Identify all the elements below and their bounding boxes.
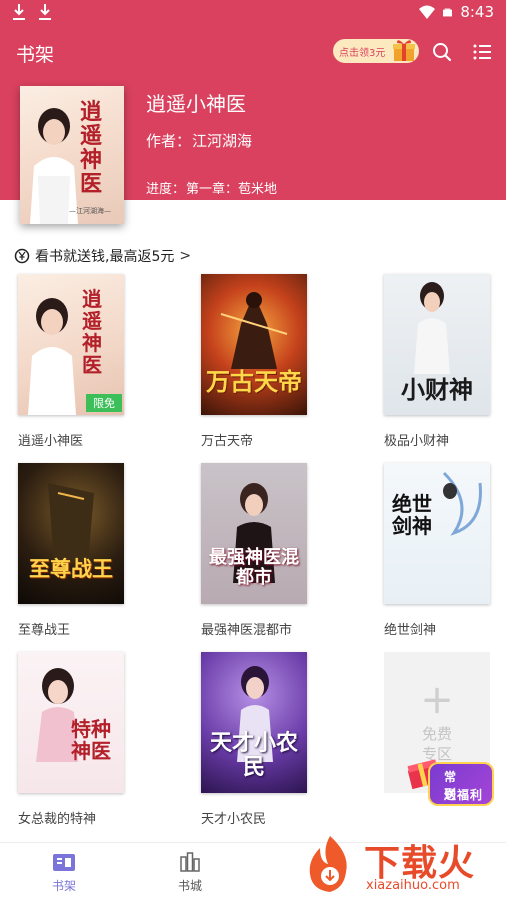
current-book-title[interactable]: 逍遥小神医 <box>146 88 246 117</box>
cover-art-title: 小财神 <box>401 375 473 404</box>
chevron-right-icon: > <box>179 248 192 264</box>
progress-chapter: 第一章：苞米地 <box>186 182 278 197</box>
page-title: 书架 <box>16 44 55 66</box>
nav-bookstore[interactable]: 书城 <box>160 851 220 894</box>
progress-label: 进度： <box>146 182 186 197</box>
plus-icon: + <box>420 677 454 723</box>
book-item[interactable]: 特种神医 女总裁的特神 <box>18 652 124 827</box>
promo-label: 点击领3元 <box>339 48 386 59</box>
book-cover[interactable]: 特种神医 <box>18 652 124 793</box>
battery-icon <box>443 8 453 16</box>
book-item[interactable]: 绝世剑神 绝世剑神 <box>384 463 490 638</box>
book-title: 至尊战王 <box>18 623 71 638</box>
free-zone-label-line1: 免费 <box>421 725 452 743</box>
free-badge: 限免 <box>86 394 122 412</box>
book-cover[interactable]: 天才小农民 <box>201 652 307 793</box>
book-title: 万古天帝 <box>201 434 254 449</box>
watermark-url: xiazaihuo.com <box>366 878 460 893</box>
status-time: 8:43 <box>460 3 494 21</box>
cover-art-title: 最强神医混都市 <box>209 547 299 588</box>
book-cover[interactable]: 小财神 <box>384 274 490 415</box>
book-title: 绝世剑神 <box>384 623 437 638</box>
status-bar: 8:43 <box>0 0 506 26</box>
cover-art-title: 天才小农民 <box>209 730 298 780</box>
author-name: 江河湖海 <box>192 132 253 150</box>
book-title: 逍遥小神医 <box>18 434 84 449</box>
book-title: 极品小财神 <box>384 434 450 449</box>
bookstore-icon <box>180 852 200 872</box>
status-left <box>12 3 52 21</box>
book-item[interactable]: 至尊战王 至尊战王 <box>18 463 124 638</box>
cover-art-title: 逍遥神医 <box>82 287 102 377</box>
download-icon <box>12 3 26 21</box>
bookshelf-icon <box>53 854 75 871</box>
book-cover[interactable]: 万古天帝 <box>201 274 307 415</box>
search-icon[interactable] <box>432 42 452 62</box>
book-title: 天才小农民 <box>201 812 267 827</box>
cover-art-title: 特种神医 <box>71 717 111 763</box>
book-title: 女总裁的特神 <box>18 812 97 827</box>
welfare-badge: 常到 送福利 <box>428 762 494 806</box>
book-title: 最强神医混都市 <box>201 623 293 638</box>
watermark-logo: 下载火 xiazaihuo.com <box>300 834 504 898</box>
status-right: 8:43 <box>419 3 494 21</box>
flame-logo-icon <box>309 836 347 892</box>
book-cover[interactable]: 至尊战王 <box>18 463 124 604</box>
book-item[interactable]: 天才小农民 天才小农民 <box>201 652 307 827</box>
nav-label-bookshelf: 书架 <box>51 879 76 893</box>
download-icon <box>38 3 52 21</box>
welfare-line2: 送福利 <box>444 788 484 802</box>
cover-caption: —江河湖海— <box>69 207 111 215</box>
cover-art-title: 至尊战王 <box>29 556 113 581</box>
current-book-cover[interactable]: 逍遥神医 —江河湖海— <box>20 86 124 224</box>
cover-art-title: 逍遥神医 <box>79 99 102 197</box>
author-label: 作者： <box>146 132 192 150</box>
book-item[interactable]: 逍遥神医 限免 逍遥小神医 <box>18 274 124 449</box>
book-cover[interactable]: 最强神医混都市 <box>201 463 307 604</box>
cover-art-title: 万古天帝 <box>206 367 302 396</box>
book-item[interactable]: 小财神 极品小财神 <box>384 274 490 449</box>
cover-illustration <box>48 483 94 563</box>
book-item[interactable]: 万古天帝 万古天帝 <box>201 274 307 449</box>
book-cover[interactable]: 绝世剑神 <box>384 463 490 604</box>
book-cover[interactable]: 逍遥神医 限免 <box>18 274 124 415</box>
promo-button[interactable]: 点击领3元 <box>333 39 419 63</box>
cover-illustration <box>30 108 78 224</box>
book-item[interactable]: 最强神医混都市 最强神医混都市 <box>201 463 307 638</box>
welfare-button[interactable]: 常到 送福利 <box>404 752 496 810</box>
wifi-icon <box>419 5 436 19</box>
nav-label-bookstore: 书城 <box>177 879 202 893</box>
nav-bookshelf[interactable]: 书架 <box>34 851 94 894</box>
cover-art-title: 绝世剑神 <box>392 492 432 538</box>
reward-banner[interactable]: 看书就送钱,最高返5元 > <box>14 246 191 266</box>
menu-icon[interactable] <box>472 42 492 62</box>
reward-text: 看书就送钱,最高返5元 <box>35 249 175 265</box>
coin-icon <box>14 248 30 264</box>
gift-icon <box>393 40 415 61</box>
